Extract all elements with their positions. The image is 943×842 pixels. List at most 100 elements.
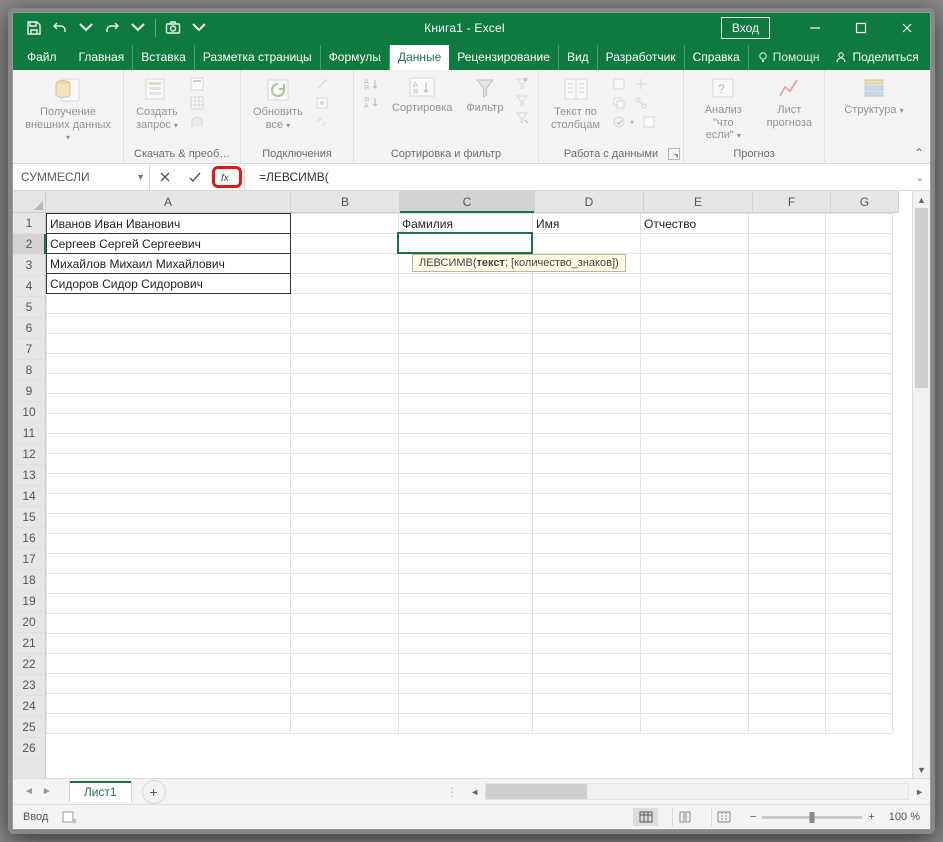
- cell[interactable]: [749, 294, 826, 314]
- cell[interactable]: [533, 554, 641, 574]
- maximize-button[interactable]: [838, 13, 884, 43]
- filter-button[interactable]: Фильтр: [462, 74, 507, 117]
- cell[interactable]: [291, 294, 399, 314]
- cell[interactable]: [291, 594, 399, 614]
- cell[interactable]: [291, 254, 399, 274]
- cell[interactable]: [533, 274, 641, 294]
- cell[interactable]: [533, 574, 641, 594]
- sort-az-button[interactable]: AЯ: [362, 76, 382, 92]
- cell[interactable]: [826, 494, 893, 514]
- cell[interactable]: [291, 714, 399, 734]
- cell[interactable]: [533, 654, 641, 674]
- cell[interactable]: [826, 474, 893, 494]
- cell[interactable]: [399, 534, 533, 554]
- cell[interactable]: [399, 494, 533, 514]
- cell[interactable]: =ЛЕВСИМВ(: [399, 234, 533, 254]
- expand-formula-bar-icon[interactable]: ⌄: [910, 164, 930, 190]
- edit-links-button[interactable]: [313, 114, 331, 130]
- tab-review[interactable]: Рецензирование: [449, 45, 559, 70]
- cell[interactable]: [47, 534, 291, 554]
- cell[interactable]: [749, 674, 826, 694]
- row-header[interactable]: 12: [13, 444, 45, 465]
- cell[interactable]: [47, 494, 291, 514]
- cell[interactable]: [399, 574, 533, 594]
- cell[interactable]: [291, 394, 399, 414]
- cell[interactable]: [291, 534, 399, 554]
- tab-insert[interactable]: Вставка: [133, 45, 195, 70]
- cell[interactable]: [399, 294, 533, 314]
- cell[interactable]: [826, 334, 893, 354]
- cell[interactable]: Сергеев Сергей Сергеевич: [47, 234, 291, 254]
- cell[interactable]: [826, 634, 893, 654]
- row-header[interactable]: 25: [13, 717, 45, 738]
- cell[interactable]: [826, 374, 893, 394]
- cell[interactable]: [641, 434, 749, 454]
- cell[interactable]: [749, 314, 826, 334]
- cell[interactable]: [749, 254, 826, 274]
- cell[interactable]: [533, 334, 641, 354]
- cell[interactable]: [399, 374, 533, 394]
- clear-filter-button[interactable]: [513, 76, 531, 90]
- name-box[interactable]: СУММЕСЛИ ▼: [13, 164, 150, 190]
- tell-me[interactable]: Помощн: [749, 45, 828, 70]
- cell[interactable]: Имя: [533, 214, 641, 234]
- row-header[interactable]: 17: [13, 549, 45, 570]
- cell[interactable]: [399, 274, 533, 294]
- tab-formulas[interactable]: Формулы: [321, 45, 390, 70]
- column-header[interactable]: C: [400, 191, 535, 212]
- cell[interactable]: [749, 574, 826, 594]
- row-header[interactable]: 18: [13, 570, 45, 591]
- sort-button[interactable]: AЯ Сортировка: [388, 74, 456, 117]
- cell[interactable]: [641, 654, 749, 674]
- cell[interactable]: [47, 334, 291, 354]
- cell[interactable]: Отчество: [641, 214, 749, 234]
- cell[interactable]: [749, 654, 826, 674]
- cell[interactable]: [826, 294, 893, 314]
- cell[interactable]: [47, 674, 291, 694]
- cell[interactable]: [399, 474, 533, 494]
- cell[interactable]: [399, 334, 533, 354]
- cell[interactable]: [749, 374, 826, 394]
- cell[interactable]: [291, 634, 399, 654]
- cell[interactable]: [641, 594, 749, 614]
- cell[interactable]: [533, 594, 641, 614]
- cell[interactable]: [749, 554, 826, 574]
- cell[interactable]: [533, 314, 641, 334]
- cell[interactable]: [47, 694, 291, 714]
- cell[interactable]: [641, 474, 749, 494]
- cell[interactable]: [749, 414, 826, 434]
- cell[interactable]: [826, 674, 893, 694]
- cell[interactable]: [533, 294, 641, 314]
- signin-button[interactable]: Вход: [721, 17, 770, 39]
- cell[interactable]: [641, 414, 749, 434]
- cell[interactable]: [749, 334, 826, 354]
- collapse-ribbon-icon[interactable]: ⌃: [914, 146, 924, 160]
- row-header[interactable]: 9: [13, 381, 45, 402]
- cell[interactable]: Иванов Иван Иванович: [47, 214, 291, 234]
- cell[interactable]: [291, 434, 399, 454]
- row-header[interactable]: 21: [13, 633, 45, 654]
- macro-record-icon[interactable]: [62, 810, 78, 824]
- cell[interactable]: [47, 454, 291, 474]
- cell[interactable]: [399, 354, 533, 374]
- scroll-up-icon[interactable]: ▲: [913, 191, 930, 208]
- tab-view[interactable]: Вид: [559, 45, 598, 70]
- row-header[interactable]: 4: [13, 276, 45, 297]
- cell[interactable]: [47, 394, 291, 414]
- cell[interactable]: [533, 494, 641, 514]
- zoom-in-button[interactable]: +: [868, 811, 874, 823]
- cell[interactable]: [749, 394, 826, 414]
- from-table-button[interactable]: [188, 95, 206, 111]
- cell[interactable]: [291, 694, 399, 714]
- view-pagelayout-button[interactable]: [672, 808, 697, 826]
- qat-customize-icon[interactable]: [190, 19, 208, 37]
- cell[interactable]: [826, 514, 893, 534]
- cell[interactable]: [47, 594, 291, 614]
- row-header[interactable]: 24: [13, 696, 45, 717]
- sheet-tab[interactable]: Лист1: [69, 781, 132, 802]
- sort-za-button[interactable]: ЯA: [362, 94, 382, 110]
- cell[interactable]: [47, 654, 291, 674]
- row-header[interactable]: 5: [13, 297, 45, 318]
- cell[interactable]: [749, 234, 826, 254]
- cell[interactable]: [749, 354, 826, 374]
